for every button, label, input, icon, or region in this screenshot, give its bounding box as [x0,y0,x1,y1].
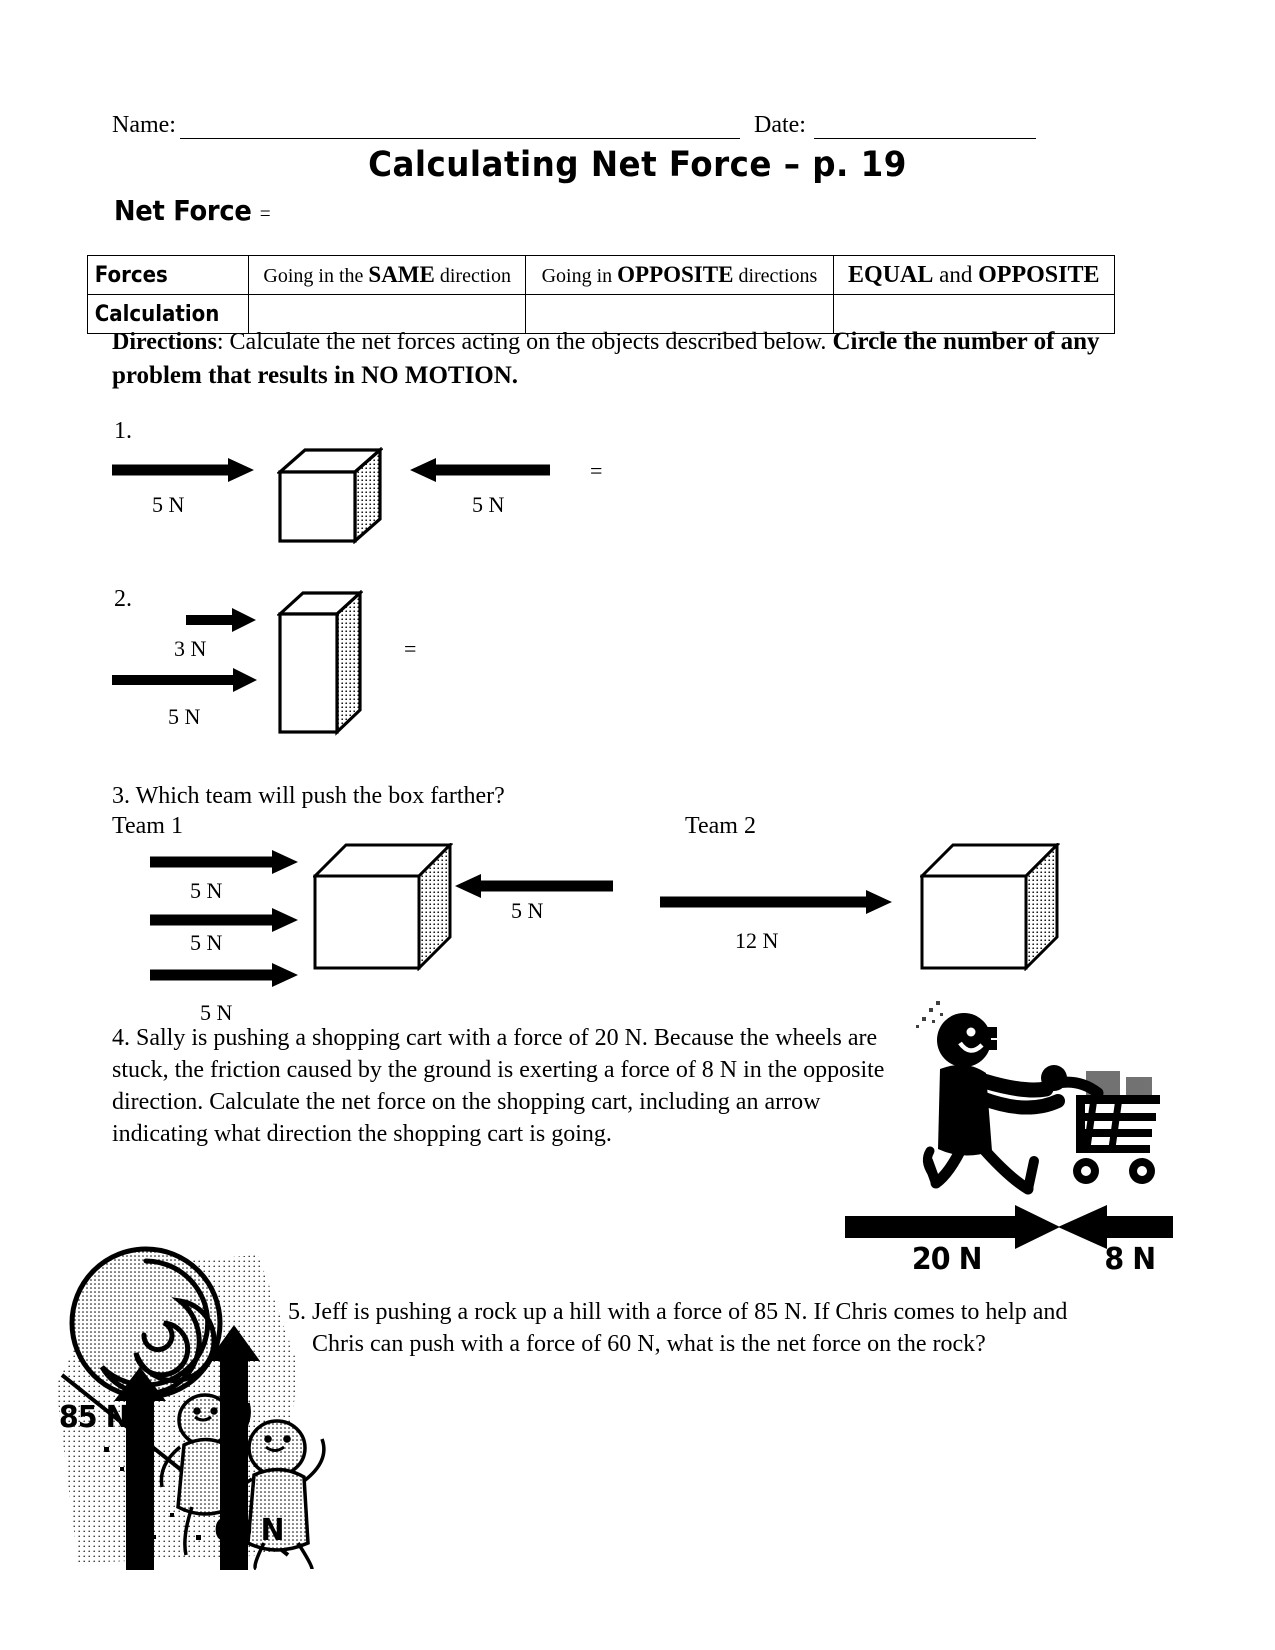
problem-2-number: 2. [114,586,132,612]
column-header-opposite: Going in OPPOSITE directions [525,255,834,295]
problem-3-team2-force: 12 N [735,928,779,953]
problem-1-left-force-label: 5 N [152,492,185,517]
directions-block: Directions: Calculate the net forces act… [112,328,1100,389]
problem-3-team1-cube [313,843,453,971]
table-row-forces: Forces Going in the SAME direction Going… [87,255,1116,295]
problem-1-cube [277,447,383,544]
problem-3-team2-cube [920,843,1060,971]
rock-pushers-illustration [48,1195,338,1575]
problem-3-team1-force-2: 5 N [190,930,223,955]
net-force-heading: Net Force = [114,194,271,227]
problem-3-question: 3. Which team will push the box farther? [112,783,505,809]
problem-3-team1-force-1: 5 N [190,878,223,903]
problem-1-right-force-label: 5 N [472,492,505,517]
date-blank[interactable] [813,118,1036,139]
problem-2-equals: = [404,636,417,661]
row-label-forces: Forces [87,255,233,295]
name-blank[interactable] [179,118,740,139]
problem-4-push-force-label: 20 N [911,1242,983,1277]
problem-1-equals: = [590,458,603,483]
student-header: Name: Date: [112,112,1112,139]
column-header-equal-opposite: EQUAL and OPPOSITE [832,255,1116,295]
net-force-equals: = [259,201,271,225]
problem-5-jeff-force-label: 85 N [58,1400,130,1435]
worksheet-page: Name: Date: Calculating Net Force – p. 1… [0,0,1275,1650]
directions-text: Calculate the net forces acting on the o… [229,329,833,355]
directions-label: Directions [112,329,217,355]
page-title: Calculating Net Force – p. 19 [368,145,907,185]
problem-3-opposing-force: 5 N [511,898,544,923]
name-label: Name: [112,112,176,138]
problem-2-bottom-force-label: 5 N [168,704,201,729]
date-label: Date: [753,112,806,138]
problem-2-top-force-label: 3 N [174,636,207,661]
shopping-cart-illustration [880,995,1160,1230]
problem-2-box [277,590,363,736]
problem-3-team2-label: Team 2 [685,813,756,839]
problem-3-team1-label: Team 1 [112,813,183,839]
column-header-same: Going in the SAME direction [247,255,527,295]
net-force-label: Net Force [114,194,252,227]
problem-4-text: 4. Sally is pushing a shopping cart with… [112,1025,885,1148]
problem-5-text: 5. Jeff is pushing a rock up a hill with… [288,1299,1068,1358]
problem-5-chris-force-label: 60 N [213,1513,285,1548]
problem-4-friction-force-label: 8 N [1104,1242,1156,1277]
problem-1-number: 1. [114,418,132,444]
forces-table: Forces Going in the SAME direction Going… [87,255,1116,334]
